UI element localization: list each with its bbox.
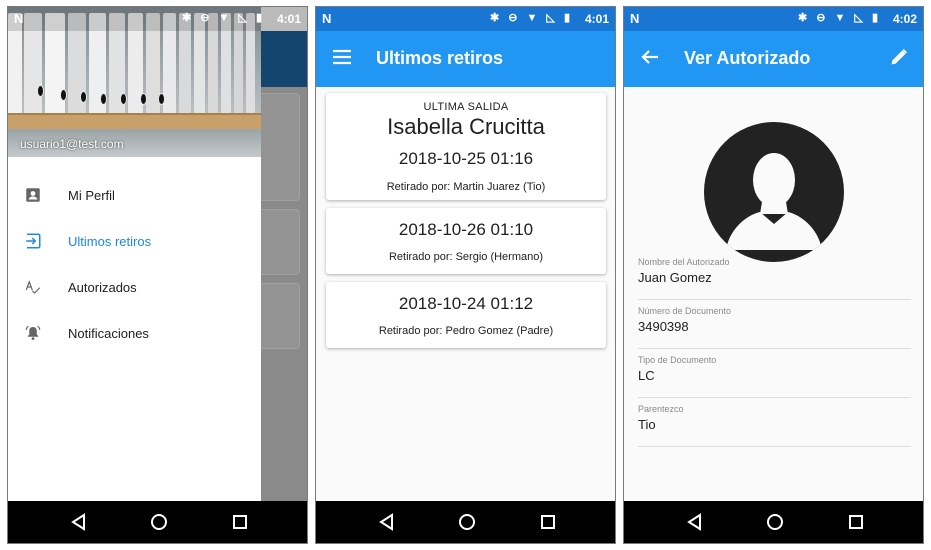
status-bar: N ✱ ⊖ ▼ ◺ ▮ 4:01 xyxy=(8,7,307,31)
status-icons: ✱ ⊖ ▼ ◺ ▮ xyxy=(181,12,265,24)
menu-item-label: Autorizados xyxy=(68,280,137,295)
ultimos-retiros-screen: N ✱ ⊖ ▼ ◺ ▮ 4:01 Ultimos retiros ULTIMA … xyxy=(315,6,616,544)
retiro-date: 2018-10-26 01:10 xyxy=(398,220,534,239)
field-label: Parentezco xyxy=(638,404,684,414)
person-silhouette-icon xyxy=(726,153,822,250)
menu-item-notificaciones[interactable]: Notificaciones xyxy=(8,311,261,357)
retiro-card[interactable]: 2018-10-24 01:12 Retirado por: Pedro Gom… xyxy=(326,282,606,348)
card-kicker: ULTIMA SALIDA xyxy=(423,101,509,113)
field-label: Número de Documento xyxy=(638,306,732,316)
retiro-card[interactable]: 2018-10-26 01:10 Retirado por: Sergio (H… xyxy=(326,208,606,274)
back-icon[interactable] xyxy=(68,511,90,533)
status-icons: ✱ ⊖ ▼ ◺ ▮ xyxy=(489,12,573,24)
ver-autorizado-screen: N ✱ ⊖ ▼ ◺ ▮ 4:02 Ver Autorizado Nombre d… xyxy=(623,6,924,544)
field-value: 3490398 xyxy=(638,319,689,334)
student-name: Isabella Crucitta xyxy=(387,114,545,139)
status-bar: N ✱ ⊖ ▼ ◺ ▮ 4:02 xyxy=(624,7,923,31)
retiro-date: 2018-10-25 01:16 xyxy=(398,149,534,168)
back-icon[interactable] xyxy=(684,511,706,533)
field-label: Tipo de Documento xyxy=(638,355,717,365)
home-icon[interactable] xyxy=(456,511,478,533)
binder-ring xyxy=(80,91,87,103)
system-nav-bar xyxy=(624,501,923,543)
binder-ring xyxy=(37,85,44,97)
edit-pencil-icon[interactable] xyxy=(889,47,909,67)
avatar xyxy=(704,122,844,262)
notification-icon: N xyxy=(322,11,332,26)
menu-item-autorizados[interactable]: Autorizados xyxy=(8,265,261,311)
recent-apps-icon[interactable] xyxy=(537,511,559,533)
field-value: LC xyxy=(638,368,655,383)
binder-ring xyxy=(158,93,165,105)
recent-apps-icon[interactable] xyxy=(229,511,251,533)
menu-item-label: Notificaciones xyxy=(68,326,149,341)
back-icon[interactable] xyxy=(376,511,398,533)
menu-item-ultimos-retiros[interactable]: Ultimos retiros xyxy=(8,219,261,265)
recent-apps-icon[interactable] xyxy=(845,511,867,533)
app-bar: Ultimos retiros xyxy=(316,31,615,87)
drawer-screen: usuario1@test.com Mi Perfil Ultimos reti… xyxy=(7,6,308,544)
home-icon[interactable] xyxy=(148,511,170,533)
field-label: Nombre del Autorizado xyxy=(638,257,730,267)
page-title: Ver Autorizado xyxy=(684,48,811,68)
field-tipo-documento: Tipo de Documento LC xyxy=(638,349,911,398)
hamburger-menu-icon[interactable] xyxy=(330,45,354,69)
bell-ringing-icon xyxy=(25,325,41,340)
binder-ring xyxy=(140,93,147,105)
status-bar: N ✱ ⊖ ▼ ◺ ▮ 4:01 xyxy=(316,7,615,31)
retirado-por: Retirado por: Pedro Gomez (Padre) xyxy=(378,325,554,337)
status-time: 4:02 xyxy=(892,12,917,26)
field-value: Juan Gomez xyxy=(638,270,712,285)
status-time: 4:01 xyxy=(276,12,301,26)
navigation-drawer: usuario1@test.com Mi Perfil Ultimos reti… xyxy=(8,7,261,503)
notification-icon: N xyxy=(14,11,24,26)
field-numero-documento: Número de Documento 3490398 xyxy=(638,300,911,349)
field-value: Tio xyxy=(638,417,656,432)
retiro-card[interactable]: ULTIMA SALIDA Isabella Crucitta 2018-10-… xyxy=(326,93,606,200)
user-email: usuario1@test.com xyxy=(20,137,124,151)
system-nav-bar xyxy=(316,501,615,543)
binder-ring xyxy=(60,89,67,101)
status-time: 4:01 xyxy=(584,12,609,26)
shelf-graphic xyxy=(8,113,261,129)
app-bar: Ver Autorizado xyxy=(624,31,923,87)
menu-item-label: Mi Perfil xyxy=(68,188,115,203)
binder-ring xyxy=(100,93,107,105)
person-card-icon xyxy=(26,188,40,202)
spellcheck-icon xyxy=(25,279,41,294)
status-icons: ✱ ⊖ ▼ ◺ ▮ xyxy=(797,12,881,24)
retirado-por: Retirado por: Sergio (Hermano) xyxy=(388,251,544,263)
home-icon[interactable] xyxy=(764,511,786,533)
page-title: Ultimos retiros xyxy=(376,48,504,68)
field-parentezco: Parentezco Tio xyxy=(638,398,911,447)
field-nombre: Nombre del Autorizado Juan Gomez xyxy=(638,251,911,300)
binder-ring xyxy=(120,93,127,105)
retiro-date: 2018-10-24 01:12 xyxy=(398,294,534,313)
notification-icon: N xyxy=(630,11,640,26)
menu-item-mi-perfil[interactable]: Mi Perfil xyxy=(8,173,261,219)
back-arrow-icon[interactable] xyxy=(638,45,662,69)
menu-item-label: Ultimos retiros xyxy=(68,234,152,249)
system-nav-bar xyxy=(8,501,307,543)
login-arrow-icon xyxy=(26,233,41,249)
retirado-por: Retirado por: Martin Juarez (Tio) xyxy=(386,181,546,193)
